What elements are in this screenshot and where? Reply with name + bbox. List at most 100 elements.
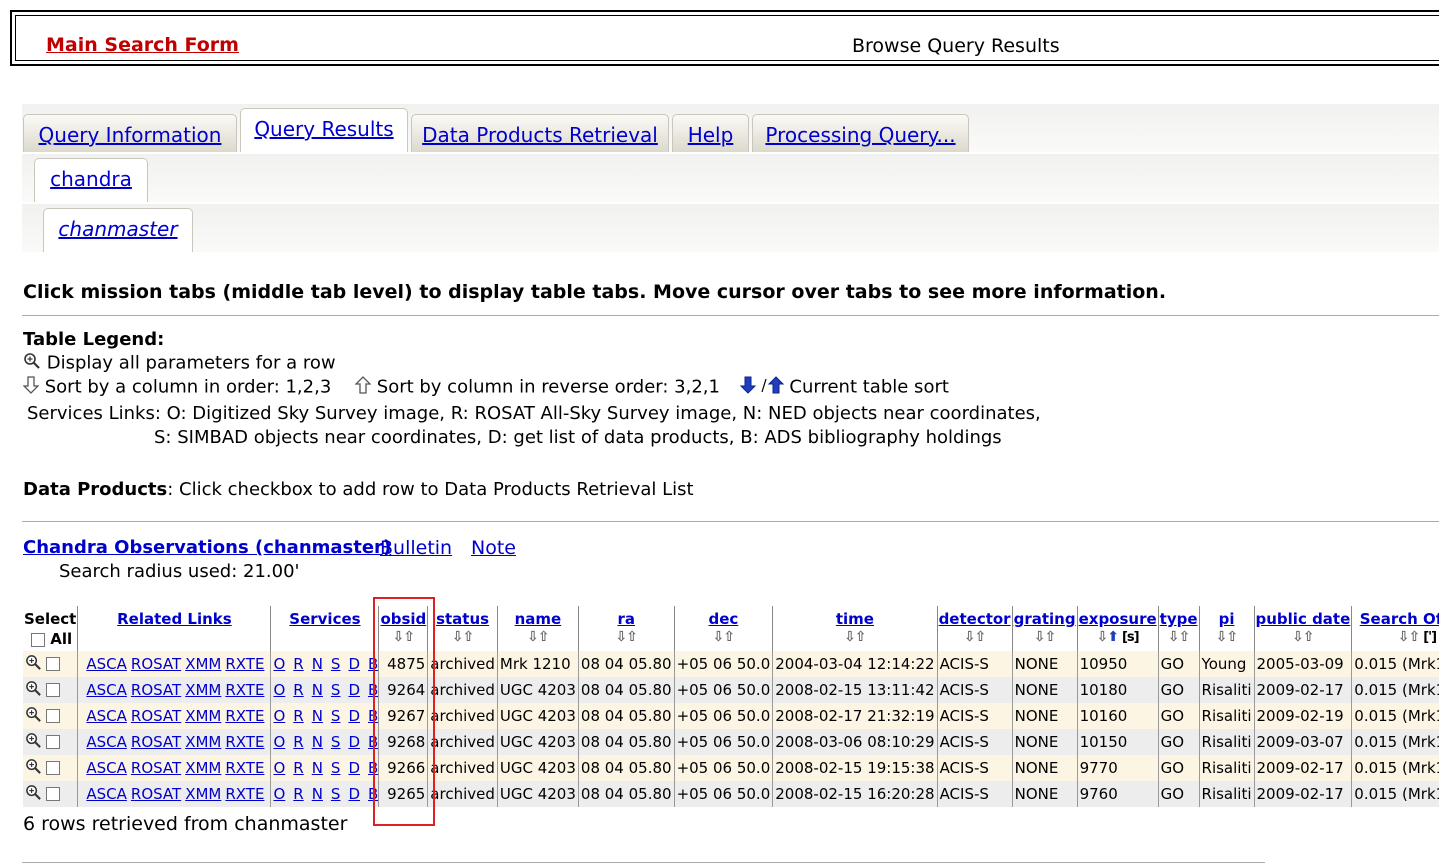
related-link-xmm[interactable]: XMM <box>185 759 221 777</box>
service-link-n[interactable]: N <box>312 733 323 751</box>
row-select-checkbox[interactable] <box>46 787 60 801</box>
tab-query-information[interactable]: Query Information <box>23 114 237 152</box>
time-sort-link[interactable]: time <box>836 610 874 628</box>
sort-arrows-icon[interactable]: ⇩⇧ <box>1014 629 1076 645</box>
row-select-checkbox[interactable] <box>46 657 60 671</box>
main-search-form-link[interactable]: Main Search Form <box>46 34 239 56</box>
service-link-d[interactable]: D <box>348 707 360 725</box>
tab-chanmaster-label[interactable]: chanmaster <box>58 217 177 241</box>
magnifier-icon[interactable] <box>25 784 42 805</box>
service-link-r[interactable]: R <box>293 785 303 803</box>
service-link-r[interactable]: R <box>293 733 303 751</box>
sort-arrows-icon[interactable]: ⇩⇧ <box>774 629 935 645</box>
related-link-rxte[interactable]: RXTE <box>225 681 264 699</box>
tab-data-products-retrieval-label[interactable]: Data Products Retrieval <box>422 123 658 147</box>
magnifier-icon[interactable] <box>25 680 42 701</box>
related-link-rxte[interactable]: RXTE <box>225 759 264 777</box>
exposure-sort-link[interactable]: exposure <box>1079 610 1157 628</box>
public-date-sort-link[interactable]: public date <box>1256 610 1351 628</box>
related-link-asca[interactable]: ASCA <box>86 681 127 699</box>
current-sort-arrows-icon[interactable]: ⇩⬆ [s] <box>1079 629 1157 645</box>
service-link-s[interactable]: S <box>331 707 341 725</box>
related-link-asca[interactable]: ASCA <box>86 655 127 673</box>
tab-help[interactable]: Help <box>672 114 749 152</box>
related-link-xmm[interactable]: XMM <box>185 707 221 725</box>
related-link-asca[interactable]: ASCA <box>86 759 127 777</box>
sort-arrows-icon[interactable]: ⇩⇧ <box>1160 629 1198 645</box>
service-link-o[interactable]: O <box>273 707 285 725</box>
tab-chandra-label[interactable]: chandra <box>50 167 132 191</box>
services-header-label[interactable]: Services <box>289 610 360 628</box>
related-link-rosat[interactable]: ROSAT <box>131 655 181 673</box>
sort-arrows-icon[interactable]: ⇩⇧ <box>499 629 577 645</box>
service-link-n[interactable]: N <box>312 785 323 803</box>
tab-help-label[interactable]: Help <box>688 123 734 147</box>
service-link-s[interactable]: S <box>331 655 341 673</box>
related-link-xmm[interactable]: XMM <box>185 655 221 673</box>
related-links-header-label[interactable]: Related Links <box>117 610 232 628</box>
tab-query-results[interactable]: Query Results <box>240 108 408 152</box>
related-link-xmm[interactable]: XMM <box>185 785 221 803</box>
sort-arrows-icon[interactable]: ⇩⇧ <box>1201 629 1253 645</box>
sort-arrows-icon[interactable]: ⇩⇧ ['] <box>1353 629 1439 645</box>
tab-chanmaster[interactable]: chanmaster <box>43 208 193 252</box>
tab-chandra[interactable]: chandra <box>34 158 148 202</box>
detector-sort-link[interactable]: detector <box>939 610 1011 628</box>
service-link-r[interactable]: R <box>293 655 303 673</box>
related-link-rosat[interactable]: ROSAT <box>131 681 181 699</box>
magnifier-icon[interactable] <box>25 732 42 753</box>
note-link[interactable]: Note <box>471 537 516 559</box>
tab-processing-query[interactable]: Processing Query... <box>752 114 969 152</box>
bulletin-link[interactable]: Bulletin <box>380 537 452 559</box>
search-offset-sort-link[interactable]: Search Offset <box>1360 610 1439 628</box>
service-link-o[interactable]: O <box>273 759 285 777</box>
service-link-r[interactable]: R <box>293 759 303 777</box>
service-link-r[interactable]: R <box>293 707 303 725</box>
magnifier-icon[interactable] <box>25 706 42 727</box>
ra-sort-link[interactable]: ra <box>617 610 635 628</box>
sort-arrows-icon[interactable]: ⇩⇧ <box>676 629 772 645</box>
related-link-rxte[interactable]: RXTE <box>225 655 264 673</box>
service-link-o[interactable]: O <box>273 733 285 751</box>
service-link-n[interactable]: N <box>312 759 323 777</box>
service-link-o[interactable]: O <box>273 681 285 699</box>
chandra-observations-link[interactable]: Chandra Observations (chanmaster) <box>23 537 391 558</box>
related-link-xmm[interactable]: XMM <box>185 733 221 751</box>
tab-processing-query-label[interactable]: Processing Query... <box>765 123 955 147</box>
row-select-checkbox[interactable] <box>46 761 60 775</box>
status-sort-link[interactable]: status <box>436 610 489 628</box>
service-link-s[interactable]: S <box>331 681 341 699</box>
service-link-n[interactable]: N <box>312 681 323 699</box>
service-link-d[interactable]: D <box>348 733 360 751</box>
type-sort-link[interactable]: type <box>1160 610 1198 628</box>
related-link-rxte[interactable]: RXTE <box>225 733 264 751</box>
sort-arrows-icon[interactable]: ⇩⇧ <box>939 629 1011 645</box>
related-link-rosat[interactable]: ROSAT <box>131 733 181 751</box>
row-select-checkbox[interactable] <box>46 735 60 749</box>
related-link-rxte[interactable]: RXTE <box>225 707 264 725</box>
related-link-rosat[interactable]: ROSAT <box>131 785 181 803</box>
related-link-xmm[interactable]: XMM <box>185 681 221 699</box>
service-link-d[interactable]: D <box>348 655 360 673</box>
service-link-s[interactable]: S <box>331 759 341 777</box>
related-link-rosat[interactable]: ROSAT <box>131 759 181 777</box>
sort-arrows-icon[interactable]: ⇩⇧ <box>429 629 496 645</box>
related-link-asca[interactable]: ASCA <box>86 785 127 803</box>
magnifier-icon[interactable] <box>25 758 42 779</box>
select-all-checkbox[interactable] <box>31 632 45 647</box>
name-sort-link[interactable]: name <box>515 610 562 628</box>
tab-data-products-retrieval[interactable]: Data Products Retrieval <box>411 114 669 152</box>
service-link-s[interactable]: S <box>331 785 341 803</box>
service-link-s[interactable]: S <box>331 733 341 751</box>
service-link-o[interactable]: O <box>273 655 285 673</box>
service-link-o[interactable]: O <box>273 785 285 803</box>
sort-arrows-icon[interactable]: ⇩⇧ <box>1256 629 1351 645</box>
related-link-rxte[interactable]: RXTE <box>225 785 264 803</box>
service-link-d[interactable]: D <box>348 681 360 699</box>
magnifier-icon[interactable] <box>25 654 42 675</box>
service-link-r[interactable]: R <box>293 681 303 699</box>
related-link-asca[interactable]: ASCA <box>86 707 127 725</box>
grating-sort-link[interactable]: grating <box>1014 610 1076 628</box>
tab-query-information-label[interactable]: Query Information <box>39 123 222 147</box>
related-link-asca[interactable]: ASCA <box>86 733 127 751</box>
